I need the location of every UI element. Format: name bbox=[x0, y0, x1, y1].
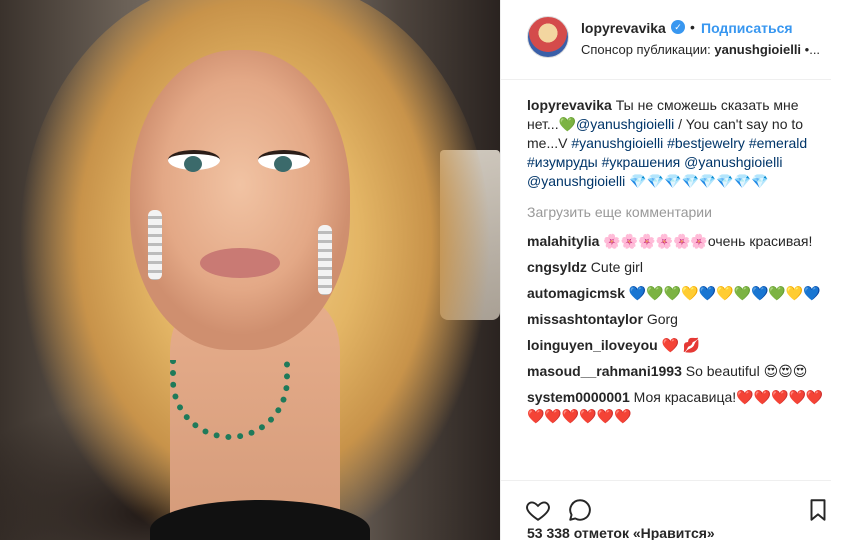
hashtag-link[interactable]: #yanushgioielli bbox=[571, 135, 663, 151]
comment-row: missashtontaylor Gorg bbox=[527, 310, 827, 329]
post-header: lopyrevavika ✓ • Подписаться Спонсор пуб… bbox=[501, 0, 831, 80]
right-earring bbox=[318, 225, 332, 295]
mention-link[interactable]: @yanushgioielli bbox=[684, 154, 782, 170]
post-side-panel: lopyrevavika ✓ • Подписаться Спонсор пуб… bbox=[500, 0, 858, 540]
avatar[interactable] bbox=[527, 16, 569, 58]
comment-row: cngsyldz Cute girl bbox=[527, 258, 827, 277]
heart-icon[interactable] bbox=[525, 497, 551, 523]
caption: lopyrevavika Ты не сможешь сказать мне н… bbox=[527, 96, 827, 191]
comment-username[interactable]: automagicmsk bbox=[527, 285, 625, 301]
verified-badge-icon: ✓ bbox=[671, 20, 685, 34]
right-eye bbox=[258, 150, 310, 172]
comment-text: Cute girl bbox=[586, 259, 643, 275]
sponsor-name[interactable]: yanushgioielli bbox=[714, 42, 801, 57]
header-username[interactable]: lopyrevavika bbox=[581, 20, 666, 36]
sponsor-prefix: Спонсор публикации: bbox=[581, 42, 711, 57]
hashtag-link[interactable]: #изумруды bbox=[527, 154, 598, 170]
comment-row: automagicmsk 💙💚💚💛💙💛💚💙💚💛💙 bbox=[527, 284, 827, 303]
follow-button[interactable]: Подписаться bbox=[701, 20, 793, 36]
separator-dot: • bbox=[690, 19, 695, 35]
post-photo[interactable] bbox=[0, 0, 500, 540]
hashtag-link[interactable]: #emerald bbox=[749, 135, 807, 151]
hashtag-link[interactable]: #bestjewelry bbox=[667, 135, 745, 151]
mention-link[interactable]: @yanushgioielli bbox=[527, 173, 625, 189]
comment-username[interactable]: masoud__rahmani1993 bbox=[527, 363, 682, 379]
comment-username[interactable]: loinguyen_iloveyou bbox=[527, 337, 658, 353]
comment-row: system0000001 Моя красавица!❤️❤️❤️❤️❤️❤️… bbox=[527, 388, 827, 426]
comment-text: ❤️ 💋 bbox=[657, 337, 701, 353]
caption-emoji: 💎💎💎💎💎💎💎💎 bbox=[625, 173, 769, 189]
comment-text: 💙💚💚💛💙💛💚💙💚💛💙 bbox=[625, 285, 821, 301]
bookmark-icon[interactable] bbox=[805, 497, 831, 523]
lips bbox=[200, 248, 280, 278]
mention-link[interactable]: @yanushgioielli bbox=[576, 116, 674, 132]
hashtag-link[interactable]: #украшения bbox=[602, 154, 681, 170]
comment-username[interactable]: system0000001 bbox=[527, 389, 630, 405]
comments-list: lopyrevavika Ты не сможешь сказать мне н… bbox=[527, 96, 827, 433]
comment-text: Gorg bbox=[642, 311, 678, 327]
comment-text: 🌸🌸🌸🌸🌸🌸очень красивая! bbox=[599, 233, 813, 249]
face bbox=[130, 50, 350, 350]
likes-count[interactable]: 53 338 отметок «Нравится» bbox=[527, 525, 715, 540]
caption-username[interactable]: lopyrevavika bbox=[527, 97, 612, 113]
load-more-comments-button[interactable]: Загрузить еще комментарии bbox=[527, 203, 827, 222]
comment-username[interactable]: malahitylia bbox=[527, 233, 599, 249]
comment-row: loinguyen_iloveyou ❤️ 💋 bbox=[527, 336, 827, 355]
comment-username[interactable]: missashtontaylor bbox=[527, 311, 643, 327]
left-eye bbox=[168, 150, 220, 172]
comment-row: masoud__rahmani1993 So beautiful 😍😍😍 bbox=[527, 362, 827, 381]
comment-username[interactable]: cngsyldz bbox=[527, 259, 587, 275]
comment-row: malahitylia 🌸🌸🌸🌸🌸🌸очень красивая! bbox=[527, 232, 827, 251]
sponsor-suffix: •... bbox=[801, 42, 821, 57]
sponsor-line: Спонсор публикации: yanushgioielli •... bbox=[581, 42, 820, 57]
left-earring bbox=[148, 210, 162, 280]
comment-text: So beautiful 😍😍😍 bbox=[681, 363, 808, 379]
comment-icon[interactable] bbox=[567, 497, 593, 523]
